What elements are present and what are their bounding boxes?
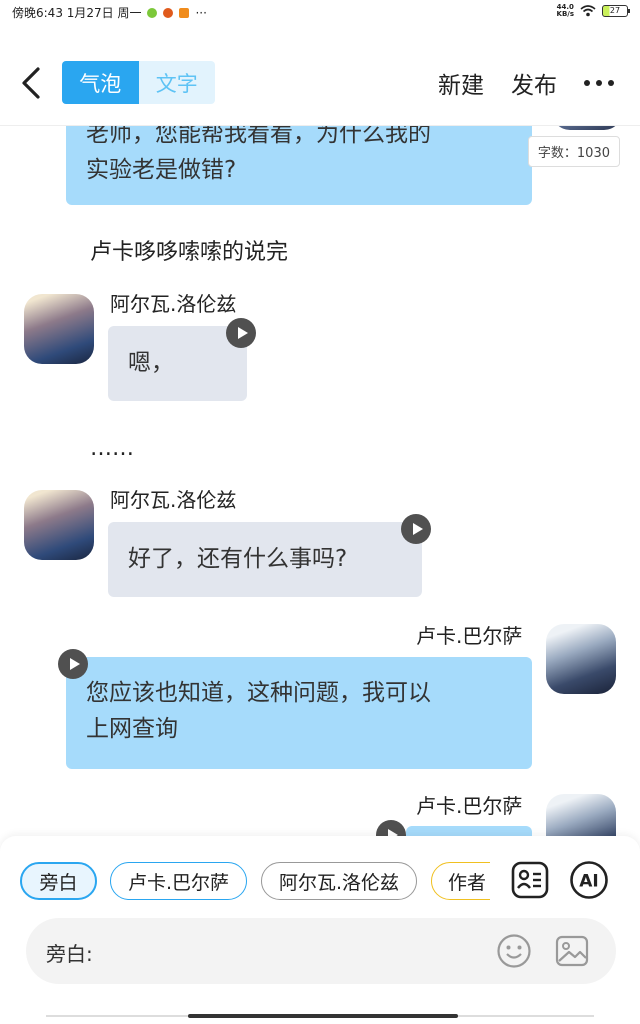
publish-button[interactable]: 发布 [511, 66, 557, 100]
home-indicator[interactable] [188, 1014, 458, 1018]
message-bubble[interactable] [406, 826, 532, 836]
back-arrow-icon[interactable] [18, 66, 44, 100]
play-voice-icon[interactable] [376, 820, 406, 836]
play-voice-icon[interactable] [226, 318, 256, 348]
image-icon[interactable] [554, 933, 590, 969]
speaker-name: 卢卡.巴尔萨 [416, 794, 523, 818]
play-voice-icon[interactable] [58, 649, 88, 679]
input-speaker-label: 旁白: [46, 942, 93, 966]
wechat-icon [147, 7, 158, 18]
play-voice-icon[interactable] [401, 514, 431, 544]
message-bubble[interactable]: 您应该也知道，这种问题，我可以 上网查询 [66, 657, 532, 769]
emoji-icon[interactable] [496, 933, 532, 969]
app-notification-icon [179, 7, 190, 18]
chip-narration[interactable]: 旁白 [20, 862, 97, 900]
status-time: 傍晚6:43 1月27日 周一 [12, 6, 142, 20]
svg-text:AI: AI [579, 872, 598, 892]
speaker-name: 卢卡.巴尔萨 [416, 624, 523, 648]
message-bubble[interactable]: 好了，还有什么事吗? [108, 522, 422, 597]
character-card-icon[interactable] [510, 860, 550, 900]
wifi-icon [580, 5, 596, 17]
message-input[interactable] [106, 932, 486, 970]
status-bar: 傍晚6:43 1月27日 周一 ··· 44.0 KB/s 27 [0, 0, 640, 26]
speaker-name: 阿尔瓦.洛伦兹 [110, 488, 237, 512]
network-speed: 44.0 KB/s [556, 3, 574, 18]
avatar[interactable] [546, 794, 616, 836]
chat-area[interactable]: 老师，您能帮我看看，为什么我的 实验老是做错? 字数：1030 卢卡哆哆嗦嗦的说… [0, 126, 640, 836]
new-button[interactable]: 新建 [438, 66, 484, 100]
more-notifications: ··· [195, 5, 207, 20]
speaker-chips: 旁白 卢卡.巴尔萨 阿尔瓦.洛伦兹 作者 [20, 862, 490, 900]
message-composer: 旁白: [26, 918, 616, 984]
ai-assistant-icon[interactable]: AI [569, 860, 609, 900]
composer-panel: 旁白 卢卡.巴尔萨 阿尔瓦.洛伦兹 作者 AI 旁白: [0, 836, 640, 1024]
more-options-icon[interactable] [584, 80, 614, 86]
app-notification-icon [163, 7, 174, 18]
narration-text[interactable]: 卢卡哆哆嗦嗦的说完 [90, 234, 288, 266]
tab-text[interactable]: 文字 [138, 61, 215, 104]
speaker-name: 阿尔瓦.洛伦兹 [110, 292, 237, 316]
chip-author[interactable]: 作者 [431, 862, 490, 900]
narration-text[interactable]: …… [90, 436, 134, 461]
word-count-badge: 字数：1030 [527, 136, 620, 167]
battery-icon: 27 [602, 5, 630, 17]
avatar[interactable] [552, 126, 622, 130]
chip-luca[interactable]: 卢卡.巴尔萨 [110, 862, 247, 900]
avatar[interactable] [546, 624, 616, 694]
top-bar: 气泡 文字 新建 发布 [0, 40, 640, 126]
chip-alva[interactable]: 阿尔瓦.洛伦兹 [261, 862, 417, 900]
view-mode-toggle: 气泡 文字 [62, 61, 215, 104]
avatar[interactable] [24, 490, 94, 560]
avatar[interactable] [24, 294, 94, 364]
message-bubble[interactable]: 老师，您能帮我看看，为什么我的 实验老是做错? [66, 126, 532, 205]
tab-bubble[interactable]: 气泡 [62, 61, 139, 104]
